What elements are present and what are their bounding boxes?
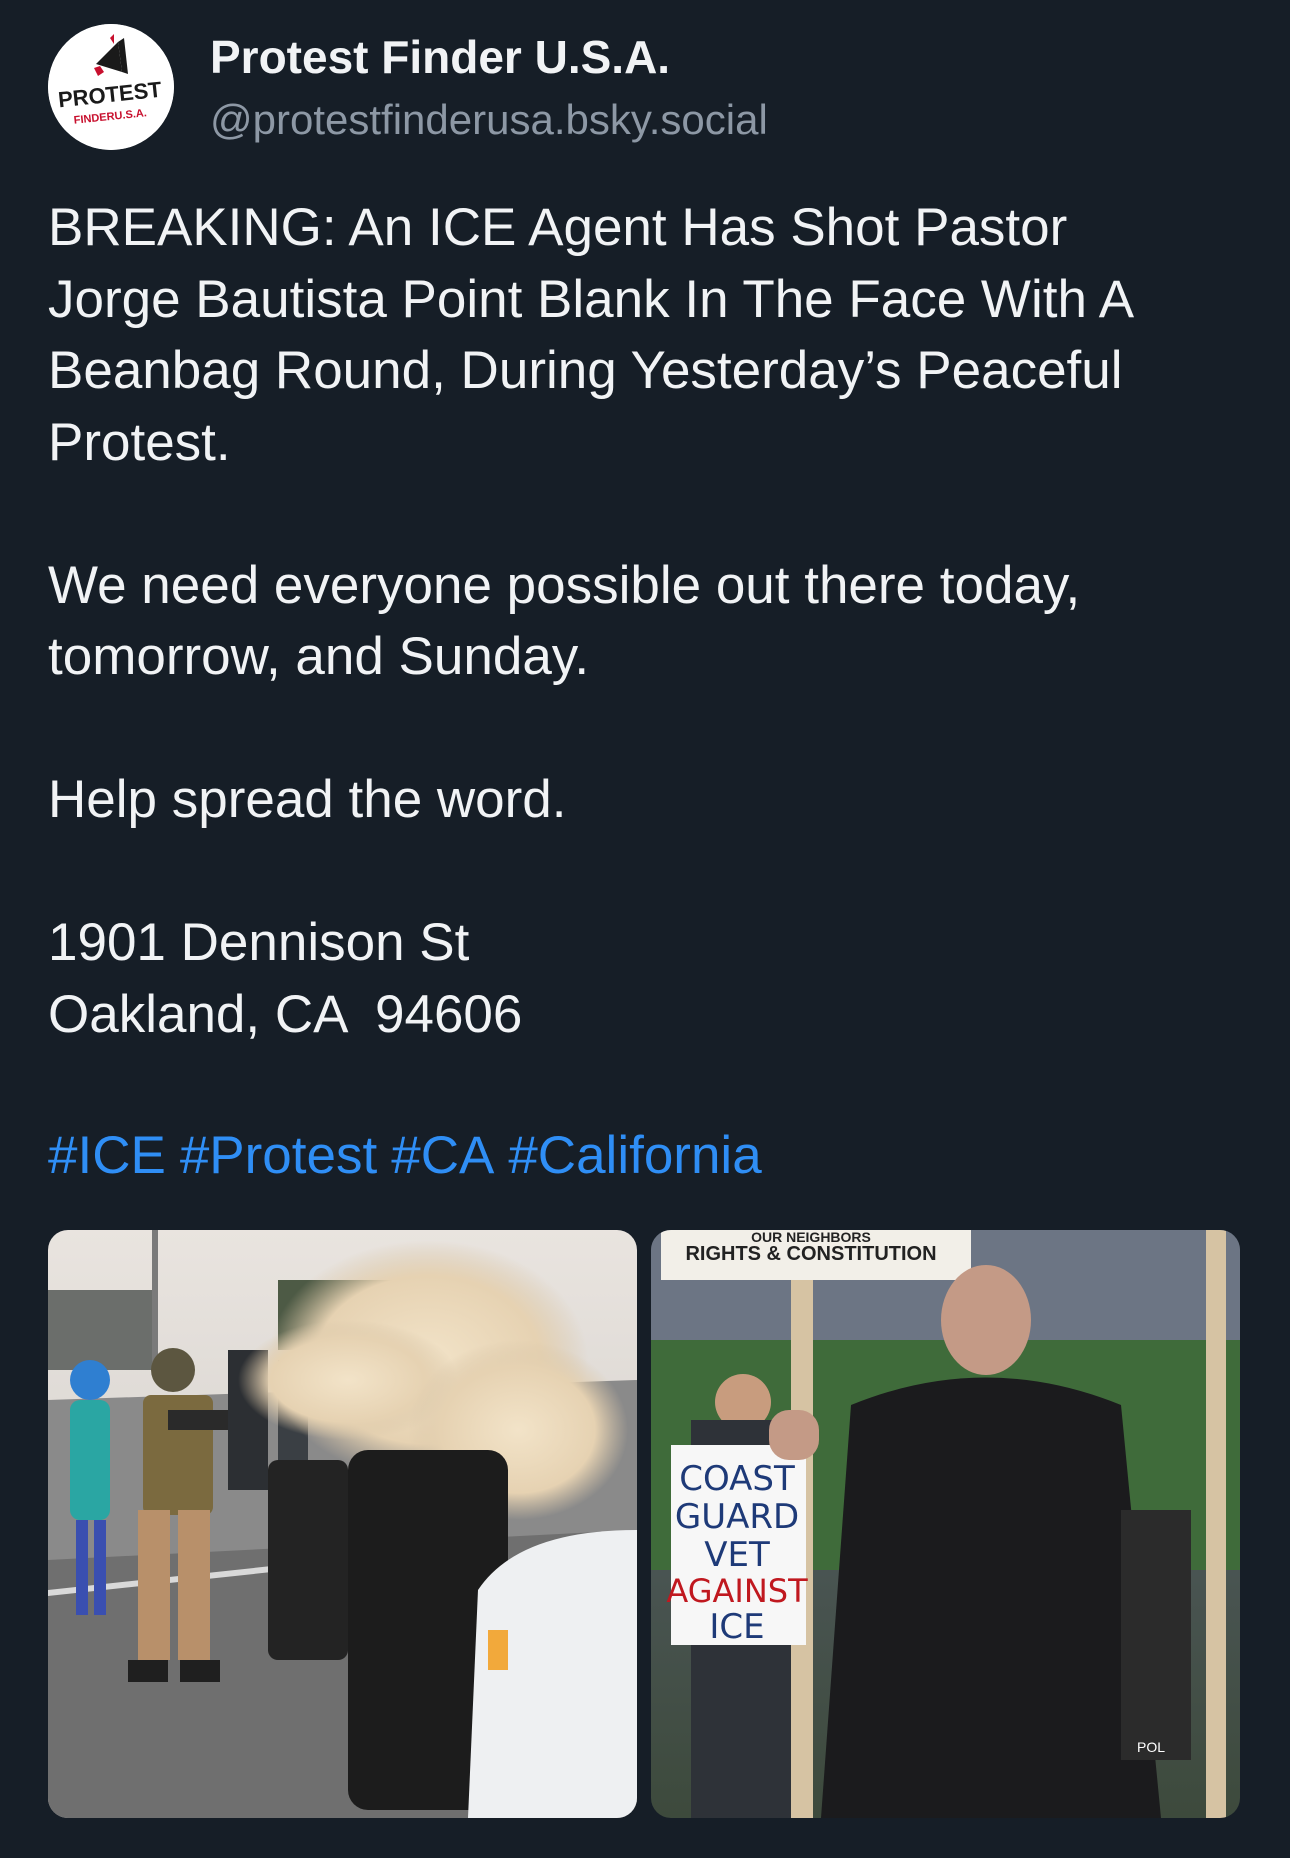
top-sign-line2: RIGHTS & CONSTITUTION xyxy=(685,1243,936,1265)
sign-line: COAST xyxy=(679,1459,795,1499)
sign-line: VET xyxy=(704,1535,770,1575)
text-line: Jorge Bautista Point Blank In The Face W… xyxy=(48,269,1135,329)
text-line: Help spread the word. xyxy=(48,770,567,829)
photo-agent-firing[interactable] xyxy=(48,1230,637,1818)
author-display-name[interactable]: Protest Finder U.S.A. xyxy=(210,30,670,84)
text-line: Beanbag Round, During Yesterday’s Peacef… xyxy=(48,341,1123,400)
post-text: BREAKING: An ICE Agent Has Shot Pastor J… xyxy=(48,192,1248,1050)
hashtag-list: #ICE #Protest #CA #California xyxy=(48,1120,776,1191)
photo-agent-firing-art xyxy=(48,1230,637,1818)
post-card: PROTEST FINDERU.S.A. Protest Finder U.S.… xyxy=(0,0,1290,1858)
hashtag-ca[interactable]: #CA xyxy=(391,1126,494,1185)
text-line: We need everyone possible out there toda… xyxy=(48,555,1081,615)
paragraph-call-to-action: We need everyone possible out there toda… xyxy=(48,550,1248,693)
sign-line: GUARD xyxy=(675,1497,799,1537)
hashtag-ice[interactable]: #ICE xyxy=(48,1126,166,1185)
author-handle[interactable]: @protestfinderusa.bsky.social xyxy=(210,96,768,144)
text-line: Protest. xyxy=(48,412,231,472)
corner-sign-text: POL xyxy=(1137,1739,1165,1755)
photo-pastor-portrait[interactable]: OUR NEIGHBORS RIGHTS & CONSTITUTION COAS… xyxy=(651,1230,1240,1818)
paragraph-breaking: BREAKING: An ICE Agent Has Shot Pastor J… xyxy=(48,192,1248,478)
hashtag-california[interactable]: #California xyxy=(508,1126,761,1185)
sign-line: ICE xyxy=(709,1607,764,1647)
photo-pastor-portrait-art: OUR NEIGHBORS RIGHTS & CONSTITUTION COAS… xyxy=(651,1230,1240,1818)
image-grid: OUR NEIGHBORS RIGHTS & CONSTITUTION COAS… xyxy=(48,1230,1240,1818)
paragraph-spread-word: Help spread the word. xyxy=(48,764,1248,836)
avatar[interactable]: PROTEST FINDERU.S.A. xyxy=(48,24,174,150)
sign-line: AGAINST xyxy=(666,1572,808,1610)
paragraph-address: 1901 Dennison St Oakland, CA 94606 xyxy=(48,907,1248,1050)
text-line: tomorrow, and Sunday. xyxy=(48,627,590,686)
hashtag-protest[interactable]: #Protest xyxy=(180,1126,377,1185)
text-line: 1901 Dennison St xyxy=(48,913,470,972)
text-line: BREAKING: An ICE Agent Has Shot Pastor xyxy=(48,198,1068,257)
text-line: Oakland, CA 94606 xyxy=(48,984,523,1044)
protest-finder-logo: PROTEST FINDERU.S.A. xyxy=(48,24,174,150)
